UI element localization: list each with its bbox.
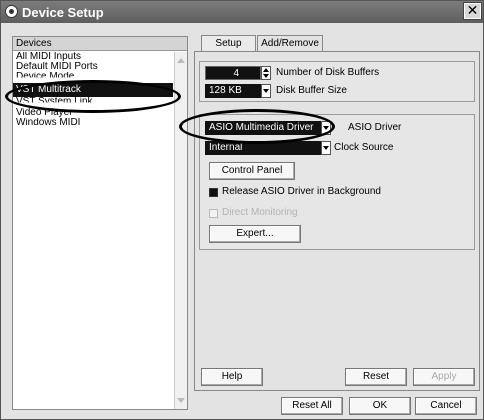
ok-button[interactable]: OK	[349, 397, 411, 415]
devices-list-panel: Devices All MIDI Inputs Default MIDI Por…	[12, 36, 188, 410]
disk-buffer-size-select[interactable]: 128 KB	[205, 84, 261, 98]
disk-buffers-input[interactable]: 4	[205, 66, 261, 80]
app-icon	[5, 5, 18, 18]
device-video-player[interactable]: Video Player	[13, 108, 173, 118]
clock-source-select[interactable]: Internal	[205, 141, 321, 155]
release-asio-label: Release ASIO Driver in Background	[222, 186, 381, 197]
device-default-midi-ports[interactable]: Default MIDI Ports	[13, 62, 173, 72]
title-bar: Device Setup ✕	[1, 1, 483, 23]
device-vst-system-link[interactable]: VST System Link	[13, 97, 173, 103]
cancel-button[interactable]: Cancel	[415, 397, 477, 415]
device-all-midi-inputs[interactable]: All MIDI Inputs	[13, 52, 173, 62]
close-button[interactable]: ✕	[463, 2, 482, 20]
reset-button[interactable]: Reset	[345, 368, 407, 386]
asio-driver-dropdown-icon[interactable]	[321, 121, 331, 135]
expert-button[interactable]: Expert...	[209, 225, 301, 243]
device-mode[interactable]: Device Mode	[13, 72, 173, 78]
clock-source-dropdown-icon[interactable]	[321, 141, 331, 155]
disk-buffers-label: Number of Disk Buffers	[276, 67, 380, 78]
device-setup-window: Device Setup ✕ Devices All MIDI Inputs D…	[0, 0, 484, 420]
asio-driver-select[interactable]: ASIO Multimedia Driver	[205, 121, 321, 135]
scroll-up-icon[interactable]	[177, 58, 185, 63]
scroll-down-icon[interactable]	[177, 398, 185, 403]
control-panel-button[interactable]: Control Panel	[209, 162, 295, 180]
tab-add-remove[interactable]: Add/Remove	[257, 35, 323, 51]
clock-source-label: Clock Source	[334, 142, 394, 153]
setup-panel: 4 Number of Disk Buffers 128 KB Disk Buf…	[194, 51, 480, 391]
direct-monitoring-label: Direct Monitoring	[222, 207, 298, 218]
disk-buffer-size-label: Disk Buffer Size	[276, 85, 347, 96]
reset-all-button[interactable]: Reset All	[281, 397, 343, 415]
disk-buffer-size-dropdown-icon[interactable]	[261, 84, 271, 98]
disk-buffers-group: 4 Number of Disk Buffers 128 KB Disk Buf…	[199, 61, 475, 102]
asio-driver-label: ASIO Driver	[348, 122, 402, 133]
devices-header: Devices	[13, 37, 187, 51]
device-windows-midi[interactable]: Windows MIDI	[13, 118, 173, 128]
devices-scrollbar[interactable]	[174, 52, 187, 409]
device-vst-multitrack[interactable]: VST Multitrack	[13, 83, 173, 97]
release-asio-checkbox[interactable]	[209, 188, 218, 197]
help-button[interactable]: Help	[201, 368, 263, 386]
window-title: Device Setup	[22, 5, 104, 20]
apply-button[interactable]: Apply	[413, 368, 475, 386]
direct-monitoring-checkbox[interactable]	[209, 209, 218, 218]
devices-list: All MIDI Inputs Default MIDI Ports Devic…	[13, 52, 173, 128]
asio-group: ASIO Multimedia Driver ASIO Driver Inter…	[199, 114, 475, 250]
tab-setup[interactable]: Setup	[201, 35, 256, 51]
disk-buffers-spinner-icon[interactable]	[261, 66, 271, 80]
